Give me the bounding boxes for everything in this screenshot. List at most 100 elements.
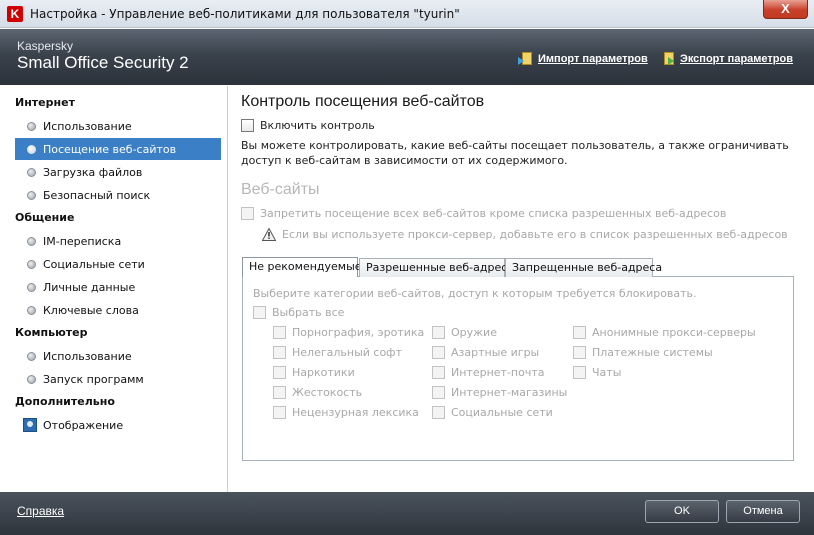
cancel-button[interactable]: Отмена (726, 500, 800, 523)
category-checkbox[interactable]: Платежные системы (573, 346, 713, 359)
categories-hint: Выберите категории веб-сайтов, доступ к … (253, 287, 697, 300)
checkbox-box[interactable] (273, 406, 286, 419)
category-label: Платежные системы (592, 346, 713, 359)
checkbox-box[interactable] (241, 207, 254, 220)
category-checkbox[interactable]: Анонимные прокси-серверы (573, 326, 756, 339)
select-all-label: Выбрать все (272, 306, 345, 319)
sidebar-item-label: Ключевые слова (43, 303, 139, 317)
sidebar-item-app-launch[interactable]: Запуск программ (15, 368, 221, 390)
tab-panel: Выберите категории веб-сайтов, доступ к … (242, 277, 794, 461)
checkbox-box[interactable] (432, 346, 445, 359)
sidebar-group-additional: Дополнительно (15, 395, 115, 408)
category-label: Интернет-почта (451, 366, 545, 379)
sidebar-item-label: Безопасный поиск (43, 188, 151, 202)
tab-strip: Не рекомендуемые Разрешенные веб-адреса … (242, 257, 794, 278)
title-bar: K Настройка - Управление веб-политиками … (0, 0, 814, 28)
checkbox-box[interactable] (432, 406, 445, 419)
category-label: Социальные сети (451, 406, 553, 419)
export-settings-button[interactable]: Экспорт параметров (660, 51, 793, 67)
sidebar-item-display[interactable]: Отображение (15, 414, 221, 436)
category-label: Оружие (451, 326, 497, 339)
category-checkbox[interactable]: Порнография, эротика (273, 326, 424, 339)
proxy-hint: Если вы используете прокси-сервер, добав… (261, 227, 788, 241)
sidebar-item-safe-search[interactable]: Безопасный поиск (15, 184, 221, 206)
bullet-icon (27, 167, 36, 177)
category-checkbox[interactable]: Нецензурная лексика (273, 406, 419, 419)
sidebar-item-label: Посещение веб-сайтов (43, 142, 177, 156)
block-all-checkbox[interactable]: Запретить посещение всех веб-сайтов кром… (241, 207, 726, 220)
category-label: Интернет-магазины (451, 386, 568, 399)
category-checkbox[interactable]: Оружие (432, 326, 497, 339)
tab-blocked-addresses[interactable]: Запрещенные веб-адреса (505, 258, 662, 277)
category-checkbox[interactable]: Чаты (573, 366, 621, 379)
checkbox-box[interactable] (273, 326, 286, 339)
category-checkbox[interactable]: Нелегальный софт (273, 346, 402, 359)
close-button[interactable]: X (763, 0, 808, 19)
bullet-icon (27, 305, 36, 315)
checkbox-box[interactable] (432, 326, 445, 339)
import-icon (518, 51, 534, 67)
header-bar: Kaspersky Small Office Security 2 Импорт… (0, 29, 814, 85)
sidebar-item-im[interactable]: IM-переписка (15, 230, 221, 252)
category-checkbox[interactable]: Интернет-магазины (432, 386, 567, 399)
sidebar-item-social-networks[interactable]: Социальные сети (15, 253, 221, 275)
export-settings-label: Экспорт параметров (680, 53, 793, 65)
sidebar-item-label: IM-переписка (43, 234, 122, 248)
import-settings-button[interactable]: Импорт параметров (518, 51, 648, 67)
checkbox-box[interactable] (573, 326, 586, 339)
sidebar-item-personal-data[interactable]: Личные данные (15, 276, 221, 298)
tab-not-recommended[interactable]: Не рекомендуемые (242, 257, 362, 278)
sidebar: Интернет Использование Посещение веб-сай… (0, 86, 228, 492)
checkbox-box[interactable] (241, 119, 254, 132)
checkbox-box[interactable] (432, 366, 445, 379)
sidebar-item-web-visits[interactable]: Посещение веб-сайтов (15, 138, 221, 160)
sidebar-item-internet-usage[interactable]: Использование (15, 115, 221, 137)
sidebar-item-label: Отображение (43, 418, 124, 432)
sidebar-item-file-downloads[interactable]: Загрузка файлов (15, 161, 221, 183)
ok-button[interactable]: OK (645, 500, 719, 523)
checkbox-box[interactable] (273, 366, 286, 379)
bullet-icon (27, 351, 36, 361)
display-icon (23, 418, 37, 432)
category-label: Анонимные прокси-серверы (592, 326, 756, 339)
enable-control-label: Включить контроль (260, 119, 375, 132)
sidebar-group-computer: Компьютер (15, 326, 88, 339)
bullet-icon (27, 190, 36, 200)
category-label: Нелегальный софт (292, 346, 402, 359)
bullet-icon (27, 236, 36, 246)
section-title-websites: Веб-сайты (241, 181, 320, 198)
category-label: Нецензурная лексика (292, 406, 419, 419)
sidebar-item-computer-usage[interactable]: Использование (15, 345, 221, 367)
warning-icon (261, 227, 277, 241)
category-checkbox[interactable]: Жестокость (273, 386, 362, 399)
proxy-hint-text: Если вы используете прокси-сервер, добав… (282, 228, 788, 241)
sidebar-item-keywords[interactable]: Ключевые слова (15, 299, 221, 321)
select-all-checkbox[interactable]: Выбрать все (253, 306, 344, 319)
category-checkbox[interactable]: Социальные сети (432, 406, 553, 419)
checkbox-box[interactable] (573, 366, 586, 379)
sidebar-group-internet: Интернет (15, 96, 75, 109)
bullet-icon (27, 282, 36, 292)
checkbox-box[interactable] (573, 346, 586, 359)
bullet-icon (27, 144, 36, 154)
checkbox-box[interactable] (253, 306, 266, 319)
import-settings-label: Импорт параметров (538, 53, 648, 65)
tab-allowed-addresses[interactable]: Разрешенные веб-адреса (359, 258, 514, 277)
checkbox-box[interactable] (432, 386, 445, 399)
main-panel: Контроль посещения веб-сайтов Включить к… (229, 86, 814, 492)
category-checkbox[interactable]: Азартные игры (432, 346, 539, 359)
checkbox-box[interactable] (273, 386, 286, 399)
enable-control-checkbox[interactable]: Включить контроль (241, 119, 375, 132)
category-checkbox[interactable]: Наркотики (273, 366, 355, 379)
category-checkbox[interactable]: Интернет-почта (432, 366, 544, 379)
description-text: Вы можете контролировать, какие веб-сайт… (241, 139, 789, 167)
help-link[interactable]: Справка (17, 504, 64, 518)
brand-product: Small Office Security 2 (17, 53, 189, 72)
category-label: Азартные игры (451, 346, 540, 359)
checkbox-box[interactable] (273, 346, 286, 359)
footer-bar: Справка OK Отмена (0, 492, 814, 535)
bullet-icon (27, 259, 36, 269)
bullet-icon (27, 121, 36, 131)
category-label: Жестокость (292, 386, 363, 399)
brand-vendor: Kaspersky (17, 39, 74, 53)
